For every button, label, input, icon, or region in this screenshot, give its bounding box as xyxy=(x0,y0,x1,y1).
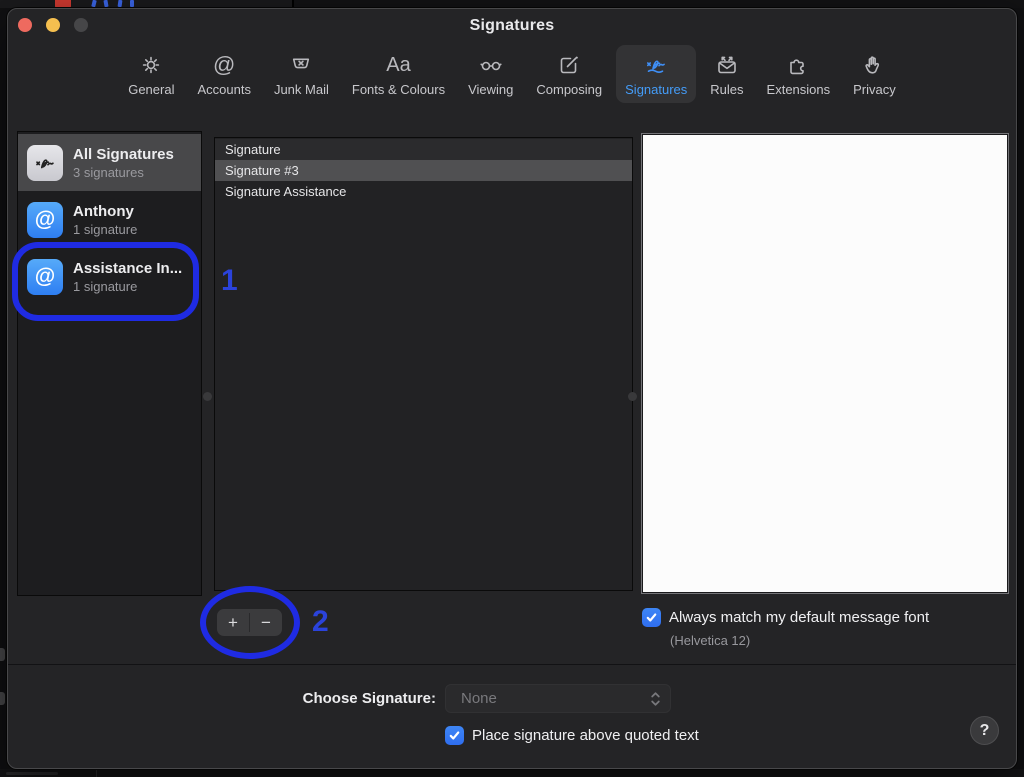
match-font-checkbox[interactable] xyxy=(642,608,661,627)
tab-junk-mail[interactable]: Junk Mail xyxy=(265,45,338,103)
preferences-toolbar: General @ Accounts Junk Mail Aa Fonts & … xyxy=(8,45,1016,107)
tab-label: Junk Mail xyxy=(273,82,329,97)
at-avatar-icon: @ xyxy=(27,201,63,238)
tab-label: Extensions xyxy=(766,82,831,97)
signature-list-item[interactable]: Signature Assistance xyxy=(215,181,632,202)
background-window-bottom-sliver xyxy=(0,769,1024,777)
tab-label: Viewing xyxy=(468,82,514,97)
background-divider xyxy=(96,770,97,777)
annotation-circle-step2 xyxy=(200,586,300,659)
choose-signature-dropdown[interactable]: None xyxy=(445,684,671,713)
place-above-label: Place signature above quoted text xyxy=(472,727,699,744)
background-blue-scribble xyxy=(103,0,109,8)
account-name: All Signatures xyxy=(73,145,174,163)
glasses-icon xyxy=(478,51,504,79)
tab-label: Rules xyxy=(710,82,744,97)
chevron-up-down-icon xyxy=(650,690,661,713)
tab-label: Composing xyxy=(536,82,603,97)
signature-icon xyxy=(643,51,669,79)
tab-accounts[interactable]: @ Accounts xyxy=(188,45,259,103)
fonts-icon: Aa xyxy=(386,54,411,76)
signature-list-item-selected[interactable]: Signature #3 xyxy=(215,160,632,181)
sidebar-item-all-signatures[interactable]: All Signatures 3 signatures xyxy=(18,134,201,191)
tab-composing[interactable]: Composing xyxy=(527,45,611,103)
background-red-icon xyxy=(55,0,71,8)
sidebar-item-anthony[interactable]: @ Anthony 1 signature xyxy=(18,191,201,248)
background-edge-fragment xyxy=(0,648,5,661)
hand-icon xyxy=(862,51,886,79)
background-window-area xyxy=(294,0,1024,8)
splitter-handle[interactable] xyxy=(203,392,212,401)
match-font-label: Always match my default message font xyxy=(669,609,930,626)
match-font-detail: (Helvetica 12) xyxy=(670,633,751,648)
tab-label: Fonts & Colours xyxy=(351,82,446,97)
help-button[interactable]: ? xyxy=(970,716,999,745)
tab-viewing[interactable]: Viewing xyxy=(459,45,522,103)
signature-preview-editor[interactable] xyxy=(642,134,1008,593)
tab-label: Accounts xyxy=(197,82,251,97)
account-signature-count: 1 signature xyxy=(73,221,138,237)
choose-signature-label: Choose Signature: xyxy=(302,690,436,707)
at-icon: @ xyxy=(213,52,236,77)
annotation-number-1: 1 xyxy=(221,264,238,297)
splitter-handle[interactable] xyxy=(628,392,637,401)
signatures-list: Signature Signature #3 Signature Assista… xyxy=(214,137,633,591)
gear-icon xyxy=(139,51,163,79)
compose-icon xyxy=(557,51,581,79)
annotation-number-2: 2 xyxy=(312,605,329,638)
background-text-blur xyxy=(6,772,58,775)
tab-label: Privacy xyxy=(853,82,896,97)
puzzle-icon xyxy=(786,51,810,79)
background-blue-scribble xyxy=(117,0,123,8)
background-blue-scribble xyxy=(91,0,97,8)
tab-label: Signatures xyxy=(625,82,688,97)
background-blue-scribble xyxy=(130,0,134,7)
signature-list-item[interactable]: Signature xyxy=(215,139,632,160)
mail-preferences-window: Signatures General @ Accounts Junk Mail … xyxy=(7,8,1017,769)
dropdown-value: None xyxy=(461,690,497,707)
background-edge-fragment xyxy=(0,692,5,705)
account-name: Anthony xyxy=(73,202,134,220)
signature-avatar-icon xyxy=(27,144,63,181)
tab-signatures[interactable]: Signatures xyxy=(616,45,697,103)
annotation-circle-step1 xyxy=(12,242,199,321)
tab-privacy[interactable]: Privacy xyxy=(844,45,905,103)
section-divider xyxy=(8,664,1016,665)
window-title: Signatures xyxy=(469,17,555,34)
account-signature-count: 3 signatures xyxy=(73,164,144,180)
tab-fonts-colours[interactable]: Aa Fonts & Colours xyxy=(343,45,454,103)
place-above-checkbox[interactable] xyxy=(445,726,464,745)
background-window-top-sliver xyxy=(0,0,1024,8)
junk-bin-icon xyxy=(289,51,313,79)
tab-general[interactable]: General xyxy=(119,45,183,103)
tab-extensions[interactable]: Extensions xyxy=(758,45,840,103)
tab-label: General xyxy=(128,82,175,97)
accounts-sidebar: All Signatures 3 signatures @ Anthony 1 … xyxy=(17,131,202,596)
rules-envelope-icon xyxy=(715,51,739,79)
tab-rules[interactable]: Rules xyxy=(701,45,752,103)
